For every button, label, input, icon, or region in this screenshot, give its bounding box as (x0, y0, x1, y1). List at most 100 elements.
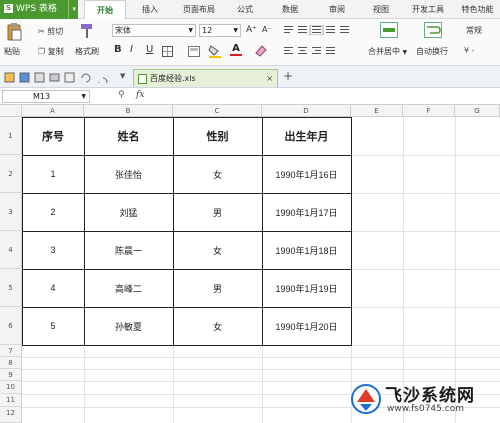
table-cell[interactable]: 女 (173, 307, 262, 345)
row-header-12[interactable]: 12 (0, 407, 22, 423)
column-header-C[interactable]: C (173, 105, 262, 117)
merge-center-button[interactable]: 合并居中 ▼ (368, 46, 407, 57)
table-cell[interactable]: 男 (173, 269, 262, 307)
zoom-search-icon[interactable]: ⚲ (118, 90, 125, 100)
cut-button[interactable]: ✂ 剪切 (38, 26, 63, 37)
border-icon[interactable] (162, 46, 173, 57)
table-cell[interactable]: 1990年1月20日 (262, 307, 351, 345)
table-cell[interactable]: 男 (173, 193, 262, 231)
column-header-F[interactable]: F (403, 105, 455, 117)
document-tab[interactable]: 百度经验.xls × (133, 69, 278, 87)
scissors-icon: ✂ (38, 27, 45, 36)
wrap-text-button[interactable]: 自动换行 (416, 46, 448, 57)
tab-home[interactable]: 开始 (84, 0, 126, 19)
column-header-A[interactable]: A (22, 105, 84, 117)
font-name-select[interactable]: 宋体 ▼ (112, 24, 196, 37)
column-header-G[interactable]: G (455, 105, 500, 117)
cell-style-icon[interactable] (188, 46, 200, 57)
table-header-cell[interactable]: 姓名 (84, 117, 173, 155)
wps-app-menu-button[interactable]: S WPS 表格 ▾ (0, 0, 78, 19)
tab-special-features[interactable]: 特色功能 (455, 0, 500, 19)
table-cell[interactable]: 孙敏夏 (84, 307, 173, 345)
spreadsheet-file-icon (138, 74, 147, 84)
table-cell[interactable]: 1990年1月18日 (262, 231, 351, 269)
font-color-icon[interactable]: A (230, 43, 242, 58)
paste-icon[interactable] (6, 22, 22, 42)
table-header-cell[interactable]: 性别 (173, 117, 262, 155)
copy-icon: ❐ (38, 47, 46, 56)
formula-input[interactable] (158, 90, 498, 103)
underline-button[interactable]: U (146, 44, 153, 55)
tab-view[interactable]: 视图 (366, 0, 396, 19)
tab-formulas[interactable]: 公式 (230, 0, 260, 19)
table-cell[interactable]: 5 (22, 307, 84, 345)
table-cell[interactable]: 陈晨一 (84, 231, 173, 269)
column-header-D[interactable]: D (262, 105, 351, 117)
alignment-top-row (284, 24, 364, 36)
cell-reference: M13 (33, 92, 51, 101)
paste-button[interactable]: 粘贴 (4, 46, 20, 57)
copy-button[interactable]: ❐ 复制 (38, 46, 64, 57)
merge-center-icon[interactable] (380, 22, 398, 38)
table-cell[interactable]: 张佳怡 (84, 155, 173, 193)
currency-icon[interactable]: ¥ - (464, 46, 475, 55)
number-format-select[interactable]: 常规 (466, 25, 482, 36)
table-header-cell[interactable]: 出生年月 (262, 117, 351, 155)
format-painter-icon[interactable] (80, 23, 94, 39)
grow-font-button[interactable]: A⁺ (246, 25, 257, 35)
spreadsheet-grid[interactable]: A B C D E F G 1 2 3 4 5 6 7 8 9 10 11 12… (0, 105, 500, 423)
formula-bar: M13 ▼ ⚲ fx (0, 88, 500, 105)
bold-button[interactable]: B (114, 44, 122, 55)
eraser-icon[interactable] (254, 44, 268, 57)
gridline-horizontal (22, 369, 500, 370)
ribbon-toolbar: 粘贴 ✂ 剪切 ❐ 复制 格式刷 宋体 ▼ 12 ▼ A⁺ A⁻ B I U A 合… (0, 19, 500, 66)
row-header-3[interactable]: 3 (0, 193, 22, 231)
wrap-text-icon[interactable] (424, 22, 442, 38)
table-cell[interactable]: 1990年1月16日 (262, 155, 351, 193)
table-cell[interactable]: 女 (173, 155, 262, 193)
table-border (22, 345, 352, 346)
row-header-8[interactable]: 8 (0, 357, 22, 369)
row-header-11[interactable]: 11 (0, 394, 22, 407)
format-painter-button[interactable]: 格式刷 (75, 46, 99, 57)
table-cell[interactable]: 1 (22, 155, 84, 193)
name-box[interactable]: M13 ▼ (2, 90, 90, 103)
table-cell[interactable]: 3 (22, 231, 84, 269)
document-name: 百度经验.xls (150, 74, 196, 83)
alignment-bottom-row (284, 46, 344, 56)
select-all-corner[interactable] (0, 105, 22, 117)
fx-button[interactable]: fx (136, 90, 144, 100)
table-cell[interactable]: 高峰二 (84, 269, 173, 307)
fill-color-icon[interactable] (208, 44, 222, 58)
tab-insert[interactable]: 插入 (134, 0, 166, 19)
app-menu-arrow-icon[interactable]: ▾ (68, 0, 76, 19)
tab-developer[interactable]: 开发工具 (406, 0, 450, 19)
column-header-E[interactable]: E (351, 105, 403, 117)
tab-review[interactable]: 审阅 (322, 0, 352, 19)
row-header-6[interactable]: 6 (0, 307, 22, 345)
table-cell[interactable]: 刘猛 (84, 193, 173, 231)
row-header-10[interactable]: 10 (0, 381, 22, 394)
table-cell[interactable]: 女 (173, 231, 262, 269)
row-header-2[interactable]: 2 (0, 155, 22, 193)
new-tab-button[interactable]: + (283, 69, 293, 83)
tab-page-layout[interactable]: 页面布局 (176, 0, 222, 19)
row-header-7[interactable]: 7 (0, 345, 22, 357)
row-header-9[interactable]: 9 (0, 369, 22, 381)
row-header-4[interactable]: 4 (0, 231, 22, 269)
shrink-font-button[interactable]: A⁻ (262, 25, 272, 34)
column-header-B[interactable]: B (84, 105, 173, 117)
chevron-down-icon[interactable]: ▼ (120, 72, 125, 80)
table-cell[interactable]: 1990年1月19日 (262, 269, 351, 307)
tab-data[interactable]: 数据 (275, 0, 305, 19)
table-header-cell[interactable]: 序号 (22, 117, 84, 155)
table-cell[interactable]: 4 (22, 269, 84, 307)
italic-button[interactable]: I (130, 44, 133, 55)
row-header-1[interactable]: 1 (0, 117, 22, 155)
gridline-horizontal (22, 357, 500, 358)
font-size-select[interactable]: 12 ▼ (199, 24, 241, 37)
close-tab-icon[interactable]: × (266, 70, 273, 87)
table-cell[interactable]: 1990年1月17日 (262, 193, 351, 231)
row-header-5[interactable]: 5 (0, 269, 22, 307)
table-cell[interactable]: 2 (22, 193, 84, 231)
